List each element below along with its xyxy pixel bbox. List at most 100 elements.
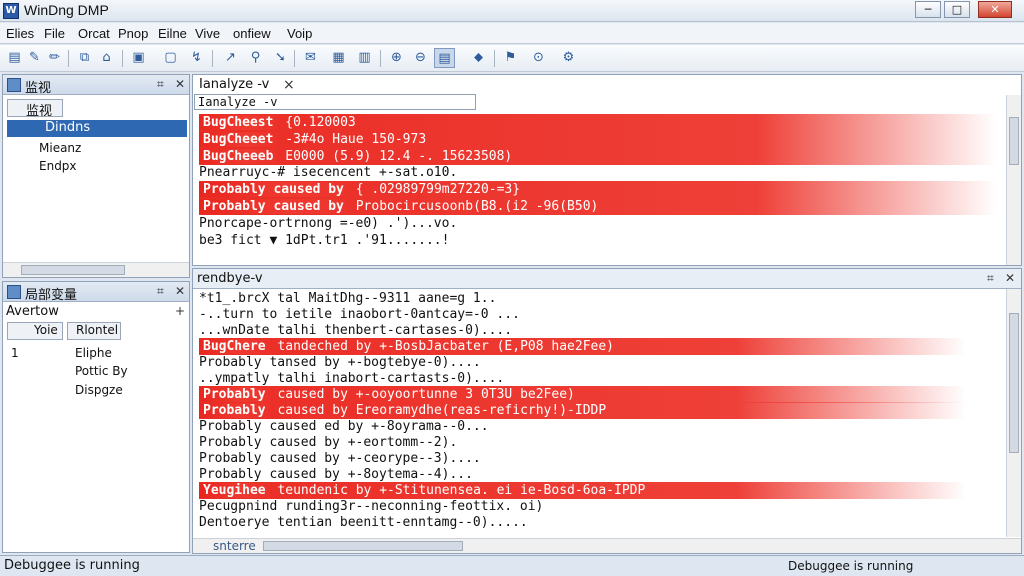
toolbar-separator <box>68 50 69 67</box>
step-icon[interactable]: ↯ <box>186 48 207 68</box>
breakpoint-icon[interactable]: ⬥ <box>468 48 489 68</box>
step-over-icon[interactable]: ↗ <box>220 48 241 68</box>
status-left: Debuggee is running <box>4 558 140 573</box>
menu-voip[interactable]: Voip <box>287 26 312 41</box>
text-line: Pnorcape-ortrnong =-e0) .')...vo. <box>199 215 976 232</box>
app-icon: W <box>3 3 19 19</box>
output-pane-title: rendbye-v ⌗ ✕ <box>193 269 1021 289</box>
horizontal-scrollbar[interactable]: snterre <box>193 538 1021 553</box>
tree-item-mieanz[interactable]: Mieanz <box>39 141 81 155</box>
menu-bar: Elies File Orcat Pnop Eilne Vive onfiew … <box>0 23 1024 44</box>
line-text: *t1_.brcX tal MaitDhg--9311 aane=g 1.. <box>199 291 497 306</box>
paste-icon[interactable]: ▣ <box>128 48 149 68</box>
zoom-out-icon[interactable]: ⊖ <box>410 48 431 68</box>
line-text: be3 fict ▼ 1dPt.tr1 .'91.......! <box>199 232 450 248</box>
toolbar-separator <box>122 50 123 67</box>
pane-close-icon[interactable]: ✕ <box>175 284 185 298</box>
menu-onfiew[interactable]: onfiew <box>233 26 271 41</box>
command-close-icon[interactable]: × <box>283 77 295 93</box>
line-text: ..ympatly talhi inabort-cartasts-0).... <box>199 371 505 386</box>
pencil-icon[interactable]: ✏ <box>44 48 65 68</box>
locals-item-dispgze[interactable]: Dispgze <box>75 383 123 397</box>
command-output: BugCheest {0.120003 BugCheeet -3#4o Haue … <box>196 114 996 264</box>
pin-icon[interactable]: ⌗ <box>157 284 164 299</box>
scroll-thumb[interactable] <box>263 541 463 551</box>
scroll-thumb[interactable] <box>1009 117 1019 165</box>
find-icon[interactable]: ⊙ <box>528 48 549 68</box>
highlight-label: BugChere <box>199 339 270 354</box>
toolbar-separator <box>294 50 295 67</box>
close-button[interactable]: ✕ <box>978 1 1012 18</box>
pane-close-icon[interactable]: ✕ <box>175 77 185 91</box>
line-text: Probocircusoonb(B8.(i2 -96(B50) <box>347 199 599 214</box>
maximize-button[interactable]: □ <box>944 1 970 18</box>
settings-icon[interactable]: ⚙ <box>558 48 579 68</box>
output-tab[interactable]: snterre <box>213 539 256 553</box>
line-text: teundenic by +-Stitunensea. ei ie-Bosd-6… <box>269 483 646 498</box>
search-icon[interactable]: ⚲ <box>245 48 266 68</box>
command-input[interactable]: Ianalyze -v <box>194 94 476 110</box>
highlight-label: BugCheest <box>199 115 278 130</box>
memory-icon[interactable]: ▦ <box>328 48 349 68</box>
registers-icon[interactable]: ▥ <box>354 48 375 68</box>
menu-orcat[interactable]: Orcat <box>78 26 110 41</box>
menu-vive[interactable]: Vive <box>195 26 220 41</box>
vertical-scrollbar[interactable] <box>1006 95 1021 265</box>
line-text: Probably caused by +-eortomm--2). <box>199 435 458 450</box>
run-icon[interactable]: ➘ <box>270 48 291 68</box>
line-text: caused by Ereoramydhe(reas-reficrhy!)-ID… <box>269 403 607 418</box>
grid-icon[interactable]: ▤ <box>434 48 455 68</box>
status-right: Debuggee is running <box>788 559 914 573</box>
watch-icon <box>7 78 21 92</box>
scroll-thumb[interactable] <box>21 265 125 275</box>
tree-item-dindns[interactable]: Dindns <box>7 120 187 137</box>
toolbar: ▤ ✎ ✏ ⧉ ⌂ ▣ ▢ ↯ ↗ ⚲ ➘ ✉ ▦ ▥ ⊕ ⊖ ▤ ⬥ ⚑ ⊙ … <box>0 45 1024 72</box>
text-line: Probably caused by Probocircusoonb(B8.(i… <box>199 198 996 215</box>
watch-subtab[interactable]: 监视 <box>7 99 63 119</box>
note-icon[interactable]: ✉ <box>300 48 321 68</box>
locals-icon <box>7 285 21 299</box>
locals-pane-title: 局部变量 ⌗ ✕ <box>3 282 189 303</box>
line-text: {0.120003 <box>277 115 356 130</box>
window-icon[interactable]: ▢ <box>160 48 181 68</box>
horizontal-scrollbar[interactable] <box>3 262 189 277</box>
watch-pane-title: 监视 ⌗ ✕ <box>3 75 189 96</box>
menu-elies[interactable]: Elies <box>6 26 34 41</box>
text-line: be3 fict ▼ 1dPt.tr1 .'91.......! <box>199 232 976 249</box>
zoom-in-icon[interactable]: ⊕ <box>386 48 407 68</box>
tree-item-endpx[interactable]: Endpx <box>39 159 77 173</box>
line-text: -..turn to ietile inaobort-0antcay=-0 ..… <box>199 307 520 322</box>
highlight-label: Yeugihee <box>199 483 270 498</box>
expand-icon[interactable]: + <box>175 304 185 318</box>
vertical-scrollbar[interactable] <box>1006 289 1021 537</box>
flag-icon[interactable]: ⚑ <box>500 48 521 68</box>
pin-icon[interactable]: ⌗ <box>987 271 994 286</box>
text-line: Probably caused ed by +-8oyrama--0... <box>199 418 946 435</box>
text-line: ..ympatly talhi inabort-cartasts-0).... <box>199 370 946 387</box>
folder-icon[interactable]: ⌂ <box>96 48 117 68</box>
tab-rlontel[interactable]: Rlontel <box>67 322 121 340</box>
menu-pnop[interactable]: Pnop <box>118 26 148 41</box>
menu-file[interactable]: File <box>44 26 65 41</box>
menu-eilne[interactable]: Eilne <box>158 26 187 41</box>
locals-filter[interactable]: Avertow <box>6 304 59 319</box>
highlight-label: Probably <box>199 403 270 418</box>
text-line: Pecugpnind runding3r--neconning-feottix.… <box>199 498 946 515</box>
minimize-button[interactable]: ─ <box>915 1 941 18</box>
tab-yoie[interactable]: Yoie <box>7 322 63 340</box>
text-line: Probably caused by { .02989799m27220-=3} <box>199 181 996 199</box>
edit-icon[interactable]: ✎ <box>24 48 45 68</box>
locals-item-eliphe[interactable]: Eliphe <box>75 346 112 360</box>
line-text: { .02989799m27220-=3} <box>347 182 521 198</box>
locals-item-pottic[interactable]: Pottic By <box>75 364 128 378</box>
scroll-thumb[interactable] <box>1009 313 1019 453</box>
highlight-label: BugCheeet <box>199 131 278 147</box>
line-text: Dentoerye tentian beenitt-enntamg--0)...… <box>199 515 528 530</box>
pane-close-icon[interactable]: ✕ <box>1005 271 1015 285</box>
copy-icon[interactable]: ⧉ <box>74 48 95 68</box>
highlight-label: Probably caused by <box>199 199 348 214</box>
pin-icon[interactable]: ⌗ <box>157 77 164 92</box>
text-line: BugCheeet -3#4o Haue 150-973 <box>199 130 996 148</box>
open-icon[interactable]: ▤ <box>4 48 25 68</box>
line-text: Probably caused ed by +-8oyrama--0... <box>199 419 489 434</box>
